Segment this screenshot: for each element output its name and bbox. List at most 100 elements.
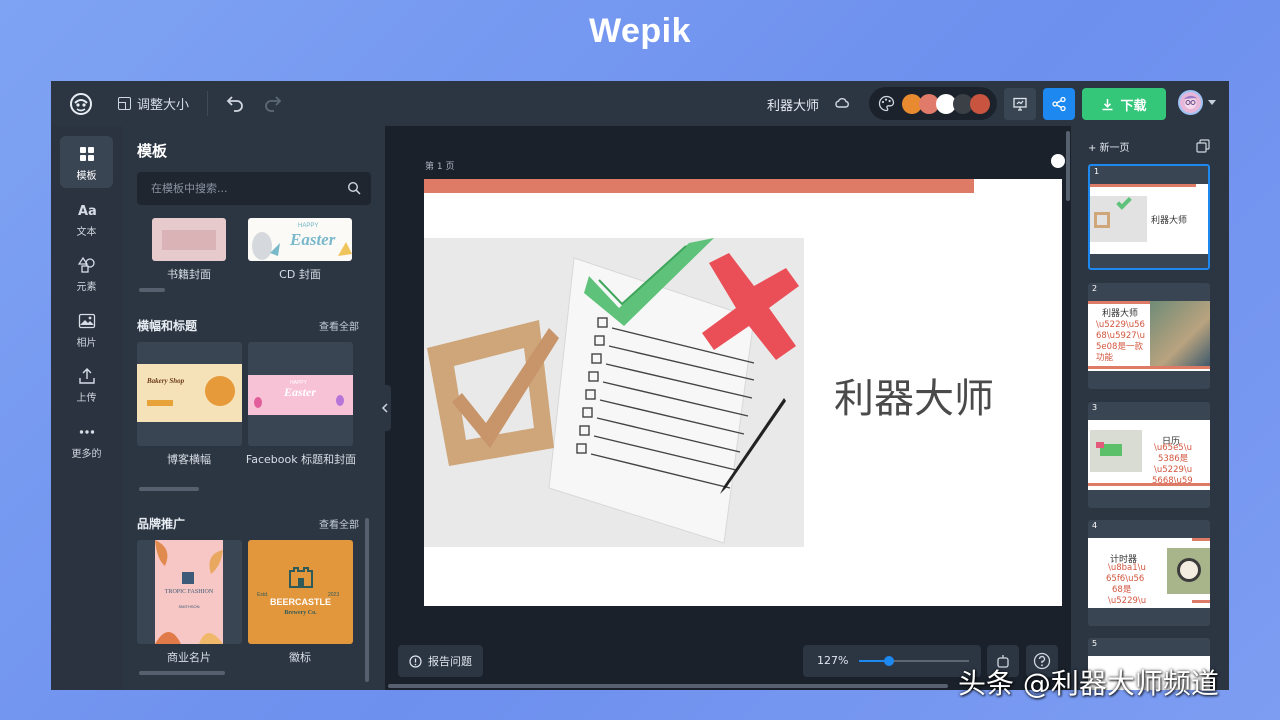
svg-text:Aa: Aa [78,204,96,219]
editor-window: 调整大小 利器大师 下载 模板 Aa 文本 元素 相片 上传 更多的 模板 在模… [51,81,1229,690]
row-scrollbar[interactable] [139,487,199,491]
canvas-toggle-knob[interactable] [1051,154,1065,168]
collapse-panel-button[interactable] [379,385,391,431]
nav-templates[interactable]: 模板 [60,136,113,188]
logo-template[interactable]: Estd. 2023 BEERCASTLE Brewery Co. [248,540,353,644]
shapes-icon [77,256,95,273]
row-scrollbar[interactable] [139,288,165,292]
book-cover-art [162,230,216,250]
resize-button[interactable]: 调整大小 [118,94,189,113]
thumbnail-photo [1090,194,1147,242]
page-label: 第 1 页 [425,162,455,172]
zoom-slider-track[interactable] [859,656,969,666]
thumbnail-body-line: \u65e5\u [1154,443,1192,453]
report-issue-button[interactable]: 报告问题 [398,645,483,677]
nav-upload[interactable]: 上传 [60,358,113,410]
new-page-button[interactable]: + 新一页 [1088,139,1130,154]
template-label: 商业名片 [167,651,211,664]
page-thumbnail-4[interactable]: 4 计时器 \u8ba1\u 65f6\u56 68是 \u5229\u [1088,520,1210,626]
thumbnail-bottom-bar [1088,366,1210,369]
color-palette[interactable] [869,87,997,120]
page-thumbnail-2[interactable]: 2 利器大师 \u5229\u56 68\u5927\u 5e08是一款 功能 [1088,283,1210,389]
search-icon[interactable] [347,181,361,195]
view-all-branding-link[interactable]: 查看全部 [319,516,359,531]
redo-icon[interactable] [263,93,283,113]
business-card-logo [182,572,194,584]
blog-banner-art: Bakery Shop [137,364,242,422]
present-button[interactable] [1004,88,1036,120]
nav-elements[interactable]: 元素 [60,247,113,299]
template-search-input[interactable] [137,172,337,205]
thumbnail-body-line: 68是 [1112,585,1132,595]
template-label: 书籍封面 [167,268,211,281]
duplicate-icon[interactable] [1196,139,1210,153]
section-title-branding: 品牌推广 [137,517,186,531]
checklist-illustration [424,238,804,547]
cloud-saved-icon [835,98,849,108]
canvas-vertical-scrollbar[interactable] [1066,131,1070,201]
slide-page-1[interactable]: 利器大师 [424,179,1062,606]
page-thumbnail-1[interactable]: 1 利器大师 [1088,164,1210,270]
wepik-logo-icon[interactable] [69,92,93,116]
nav-label: 模板 [76,171,97,182]
thumbnail-photo [1167,548,1210,594]
panel-scrollbar[interactable] [365,518,369,682]
thumbnail-photo [1150,301,1210,366]
nav-label: 相片 [76,338,97,349]
easter-egg-shape [336,395,344,406]
business-card-small-text: SMITHSON [178,604,200,609]
page-thumbnail-3[interactable]: 3 日历 \u65e5\u 5386是 \u5229\u 5668\u59 [1088,402,1210,508]
user-avatar[interactable] [1178,90,1203,115]
nav-label: 元素 [76,282,97,293]
thumbnail-body-line: 5386是 [1158,454,1189,464]
text-icon: Aa [78,204,96,219]
blog-banner-template[interactable]: Bakery Shop [137,342,242,446]
cd-cover-template[interactable]: HAPPY Easter [248,218,352,261]
thumbnail-preview: 日历 \u65e5\u 5386是 \u5229\u 5668\u59 [1088,420,1210,490]
undo-icon[interactable] [225,93,245,113]
thumbnail-body-line: 5e08是一款 [1096,342,1143,352]
slide-checklist-photo[interactable] [424,238,804,547]
zoom-level[interactable]: 127% [817,654,848,667]
row-scrollbar[interactable] [139,671,225,675]
thumbnail-accent-bar [1090,184,1196,187]
logo-small-text: Brewery Co. [284,610,317,616]
resize-icon [118,97,131,110]
thumbnail-clock [1177,558,1201,582]
thumbnail-body-line: \u8ba1\u [1108,563,1146,573]
share-button[interactable] [1043,88,1075,120]
business-card-template[interactable]: TROPIC FASHION SMITHSON [137,540,242,644]
chevron-down-icon[interactable] [1208,100,1216,105]
nav-text[interactable]: Aa 文本 [60,192,113,244]
presentation-icon [1013,97,1027,111]
panel-title: 模板 [137,142,168,160]
nav-more[interactable]: 更多的 [60,414,113,466]
view-all-banners-link[interactable]: 查看全部 [319,318,359,333]
book-cover-template[interactable] [152,218,226,261]
canvas-area: 第 1 页 利器大师 报告问题 127% [385,126,1071,690]
palette-color-swatch[interactable] [970,94,990,114]
document-title[interactable]: 利器大师 [767,95,819,114]
business-card-art: TROPIC FASHION SMITHSON [155,540,223,644]
info-icon [409,654,422,668]
facebook-cover-text: Easter [284,385,317,399]
share-icon [1052,96,1066,112]
nav-label: 更多的 [71,449,102,460]
slide-title-text[interactable]: 利器大师 [834,366,994,424]
zoom-slider-thumb[interactable] [883,656,894,666]
canvas-horizontal-scrollbar[interactable] [388,684,948,688]
nav-photos[interactable]: 相片 [60,303,113,355]
thumbnail-body-line: 功能 [1096,353,1114,363]
thumbnail-preview: 利器大师 [1090,184,1208,254]
logo-brand-text: BEERCASTLE [269,597,331,607]
business-card-text: TROPIC FASHION [164,589,214,595]
facebook-cover-template[interactable]: HAPPY Easter [248,342,353,446]
nav-label: 上传 [76,393,97,404]
thumbnail-preview: 利器大师 \u5229\u56 68\u5927\u 5e08是一款 功能 [1088,301,1210,371]
cd-cover-text: Easter [290,230,336,249]
thumbnail-body-line: \u5229\u [1108,596,1147,606]
blog-banner-donut [205,376,235,406]
download-button[interactable]: 下载 [1082,88,1166,120]
slide-accent-bar[interactable] [424,179,974,193]
template-icon [79,147,94,161]
